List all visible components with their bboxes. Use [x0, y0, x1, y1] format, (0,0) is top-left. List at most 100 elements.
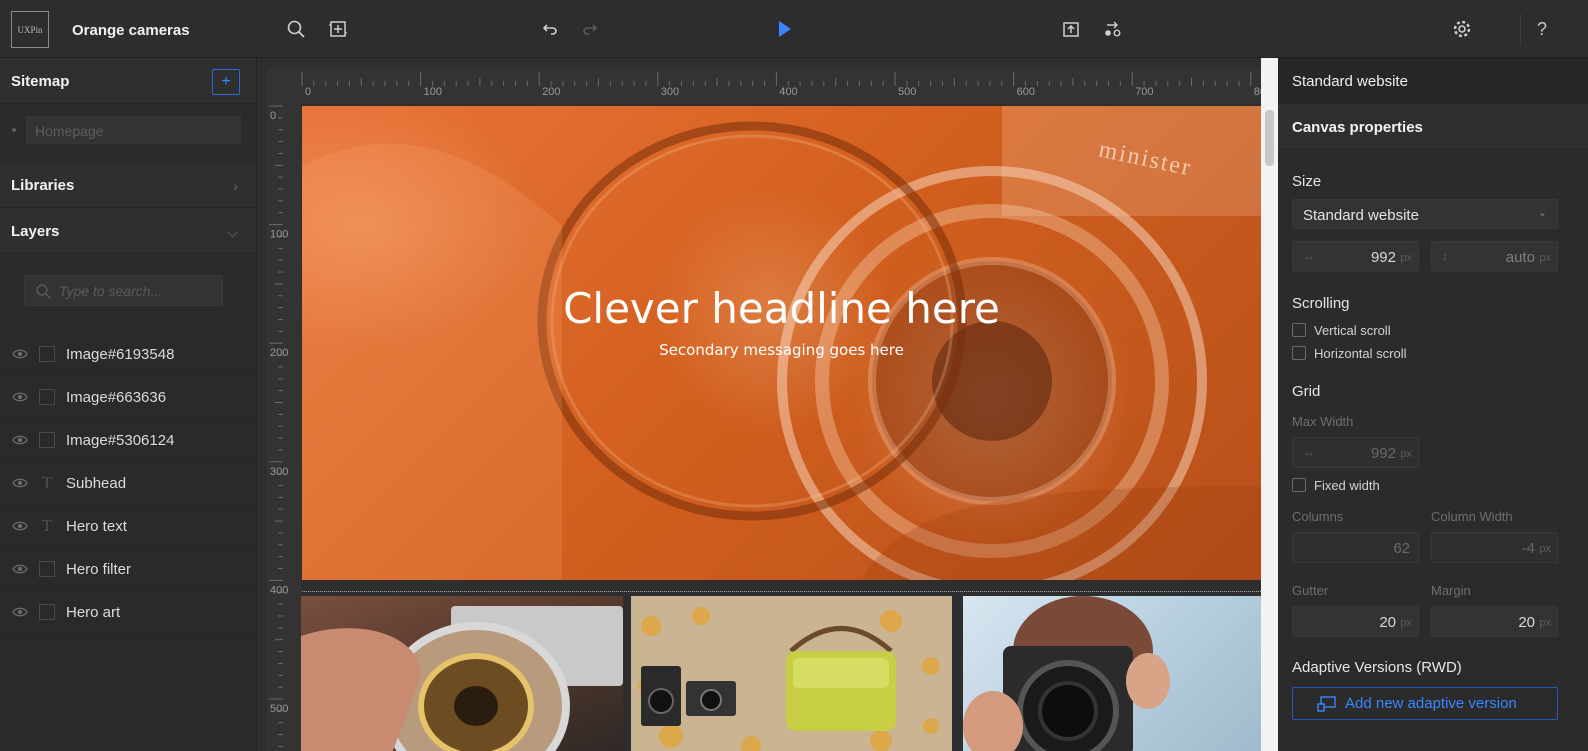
size-select[interactable]: Standard website ⌄ [1292, 199, 1558, 229]
gutter-unit: px [1400, 617, 1412, 629]
add-adaptive-version-label: Add new adaptive version [1345, 695, 1517, 712]
width-unit: px [1400, 252, 1412, 264]
share-icon[interactable] [1101, 17, 1125, 41]
thumbnail-image-1[interactable] [301, 596, 623, 751]
canvas-properties-header[interactable]: Canvas properties [1278, 104, 1588, 150]
eye-icon[interactable] [12, 390, 28, 408]
width-value: 992 [1370, 249, 1396, 266]
fixed-width-checkbox[interactable] [1292, 478, 1306, 492]
layer-row[interactable]: Image#6193548 [0, 333, 256, 376]
page-name-field[interactable]: Homepage [26, 116, 241, 144]
column-width-value: -4 [1521, 540, 1535, 557]
columns-field[interactable]: 62 [1292, 532, 1419, 563]
layers-header[interactable]: Layers ⌵ [0, 208, 256, 254]
ruler-label: 700 [1135, 86, 1153, 98]
ruler-label: 400 [779, 86, 797, 98]
add-page-button[interactable]: + [212, 69, 240, 95]
chevron-right-icon[interactable]: › [233, 178, 238, 194]
layer-row[interactable]: T Hero text [0, 505, 256, 548]
undo-icon[interactable] [538, 17, 562, 41]
chevron-down-icon[interactable]: ⌵ [227, 224, 238, 241]
grid-label: Grid [1292, 383, 1321, 400]
image-layer-icon [39, 389, 55, 405]
height-arrows-icon: ↕ [1442, 249, 1448, 263]
canvas-area[interactable]: 0 100 200 300 400 500 600 700 800 0 100 200 300 400 5… [257, 58, 1278, 751]
photographer-art [963, 596, 1170, 751]
canvas-scrollbar-thumb[interactable] [1265, 110, 1274, 166]
libraries-header[interactable]: Libraries › [0, 162, 256, 208]
horizontal-scroll-checkbox[interactable] [1292, 346, 1306, 360]
sitemap-page-row[interactable]: Homepage [0, 104, 256, 162]
box-layer-icon [39, 561, 55, 577]
libraries-title: Libraries [11, 177, 75, 194]
layer-row[interactable]: Image#663636 [0, 376, 256, 419]
column-width-unit: px [1539, 543, 1551, 555]
redo-icon[interactable] [578, 17, 602, 41]
width-field[interactable]: ↔ 992 px [1292, 241, 1419, 272]
gutter-label: Gutter [1292, 583, 1329, 598]
search-icon[interactable] [284, 17, 308, 41]
hero-headline[interactable]: Clever headline here [302, 284, 1261, 333]
layers-search-input[interactable] [59, 280, 219, 302]
hero-section[interactable]: minister Clever headline here Secondary … [302, 106, 1261, 580]
add-adaptive-version-button[interactable]: Add new adaptive version [1292, 687, 1558, 720]
fixed-width-label: Fixed width [1314, 478, 1380, 493]
layer-row[interactable]: Hero art [0, 591, 256, 634]
eye-icon[interactable] [12, 433, 28, 451]
hero-subhead[interactable]: Secondary messaging goes here [302, 341, 1261, 359]
toolbar-divider [1520, 14, 1521, 46]
ruler-label: 800 [1254, 86, 1261, 98]
layer-row[interactable]: Image#5306124 [0, 419, 256, 462]
width-arrows-icon: ↔ [1303, 445, 1315, 459]
add-frame-icon[interactable] [326, 17, 350, 41]
height-field[interactable]: ↕ auto px [1431, 241, 1558, 272]
layers-search[interactable] [24, 275, 223, 306]
thumbnail-image-3[interactable] [963, 596, 1261, 751]
sitemap-header[interactable]: Sitemap + [0, 58, 256, 104]
section-divider [302, 591, 1261, 592]
layer-name: Image#663636 [66, 389, 167, 406]
eye-icon[interactable] [12, 562, 28, 580]
settings-icon[interactable] [1450, 17, 1474, 41]
ruler-label: 500 [898, 86, 916, 98]
ruler-label: 200 [542, 86, 560, 98]
chevron-down-icon: ⌄ [1537, 207, 1547, 219]
camera-lens-art [301, 606, 623, 751]
project-title[interactable]: Orange cameras [72, 22, 190, 39]
ruler-label: 200 [270, 347, 288, 359]
help-icon[interactable]: ? [1530, 17, 1554, 41]
max-width-label: Max Width [1292, 414, 1354, 429]
ruler-left: 0 100 200 300 400 500 [267, 104, 301, 751]
adaptive-versions-label: Adaptive Versions (RWD) [1292, 659, 1462, 676]
margin-unit: px [1539, 617, 1551, 629]
ruler-label: 0 [305, 86, 311, 98]
eye-icon[interactable] [12, 519, 28, 537]
layer-row[interactable]: Hero filter [0, 548, 256, 591]
max-width-field[interactable]: ↔ 992 px [1292, 437, 1419, 468]
text-layer-icon: T [41, 473, 53, 492]
thumbnail-image-2[interactable] [631, 596, 952, 751]
layer-name: Image#6193548 [66, 346, 175, 363]
eye-icon[interactable] [12, 347, 28, 365]
layer-row[interactable]: T Subhead [0, 462, 256, 505]
vertical-scroll-checkbox[interactable] [1292, 323, 1306, 337]
size-label: Size [1292, 173, 1322, 190]
export-icon[interactable] [1059, 17, 1083, 41]
margin-field[interactable]: 20 px [1431, 606, 1558, 637]
columns-label: Columns [1292, 509, 1344, 524]
ruler-label: 600 [1017, 86, 1035, 98]
eye-icon[interactable] [12, 476, 28, 494]
gutter-field[interactable]: 20 px [1292, 606, 1419, 637]
play-icon[interactable] [772, 17, 796, 41]
properties-panel: Standard website Canvas properties Size … [1278, 58, 1588, 751]
gutter-value: 20 [1379, 614, 1396, 631]
layer-name: Hero text [66, 518, 127, 535]
app-logo[interactable]: UXPin [11, 11, 49, 48]
page-bullet [12, 128, 16, 132]
max-width-value: 992 [1370, 445, 1396, 462]
eye-icon[interactable] [12, 605, 28, 623]
layers-title: Layers [11, 223, 60, 240]
properties-header: Standard website [1278, 58, 1588, 104]
column-width-field[interactable]: -4 px [1431, 532, 1558, 563]
canvas-properties-title: Canvas properties [1292, 119, 1423, 136]
